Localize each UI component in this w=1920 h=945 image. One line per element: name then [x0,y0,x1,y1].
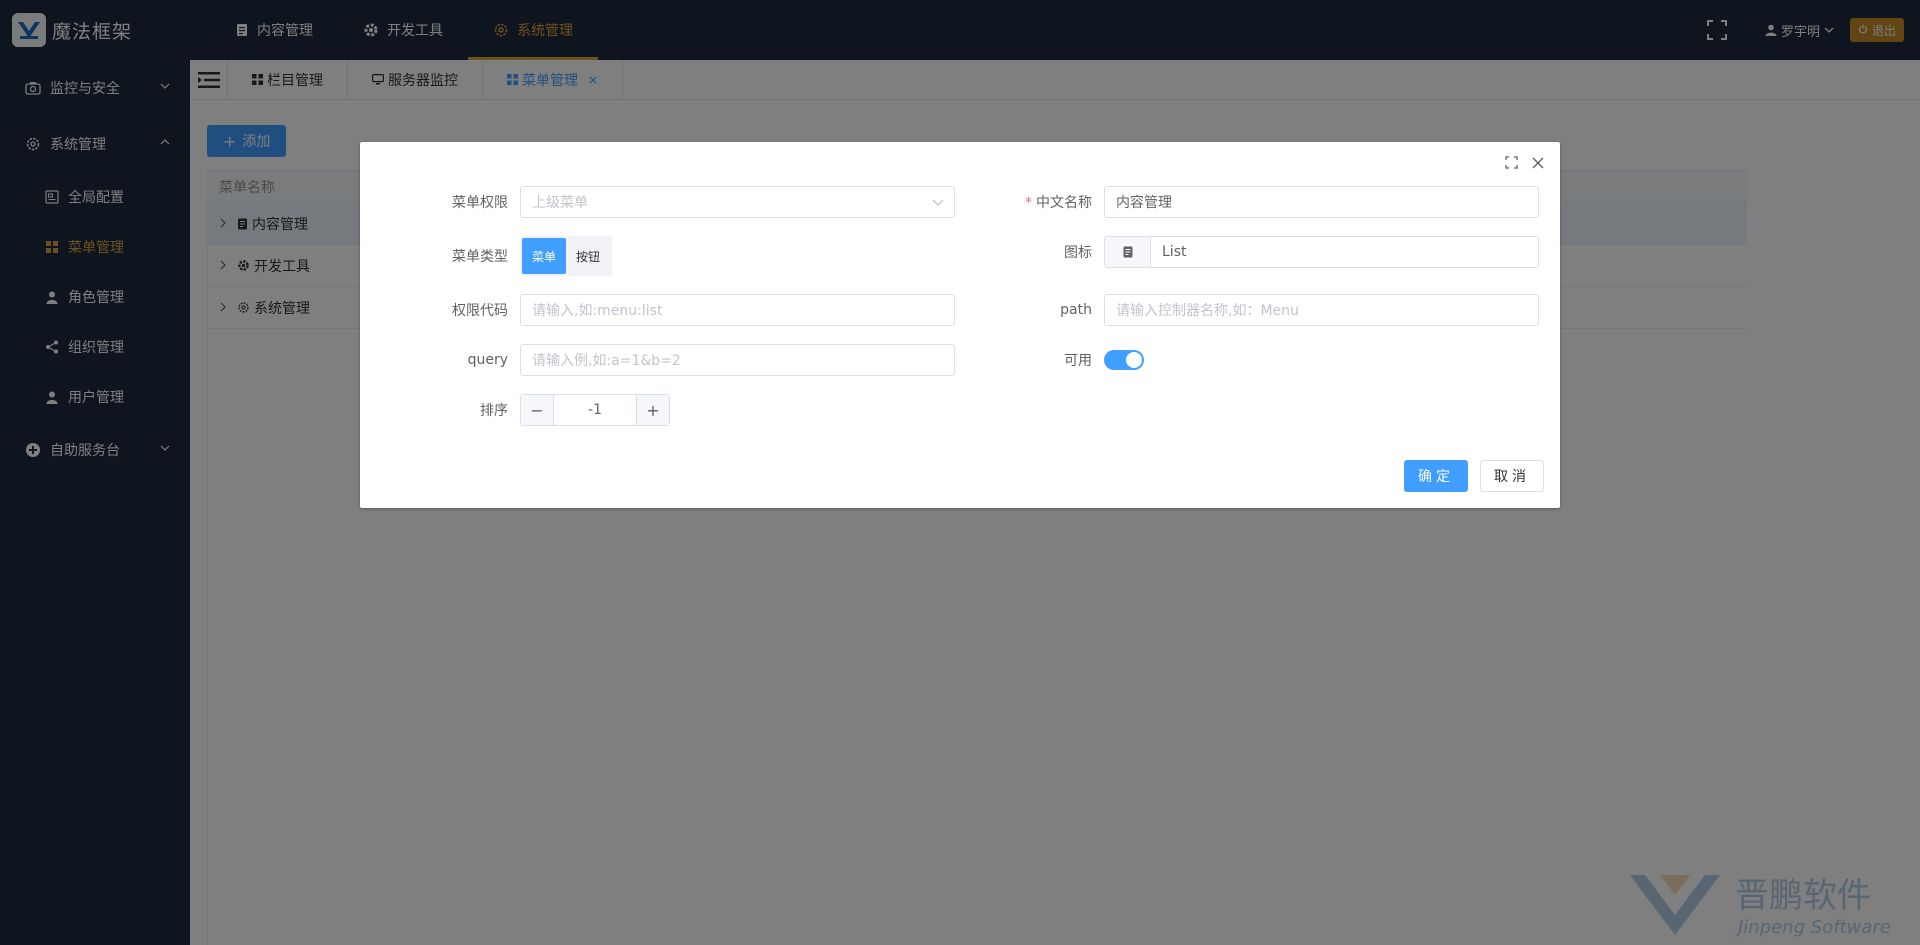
dialog-header-actions [1491,156,1544,169]
menu-edit-dialog: 菜单权限 上级菜单 * 中文名称 内容管理 菜单类型 菜单 按钮 图标 List … [360,142,1560,508]
perm-code-input[interactable]: 请输入,如:menu:list [520,294,955,326]
cn-name-label: 中文名称 [1036,195,1092,211]
close-icon[interactable] [1532,157,1544,169]
maximize-icon[interactable] [1505,156,1518,169]
required-mark: * [1025,195,1032,211]
menu-type-option-menu[interactable]: 菜单 [522,238,567,274]
icon-value: List [1162,244,1187,260]
field-label: 权限代码 [452,303,508,319]
confirm-button[interactable]: 确定 [1404,460,1468,492]
icon-input[interactable]: List [1104,236,1539,268]
perm-code-placeholder: 请输入,如:menu:list [532,303,663,319]
query-placeholder: 请输入例,如:a=1&b=2 [532,353,681,369]
form-row-sort: 排序 − -1 + [360,394,670,426]
query-input[interactable]: 请输入例,如:a=1&b=2 [520,344,955,376]
field-label: 可用 [1064,353,1092,369]
path-placeholder: 请输入控制器名称,如：Menu [1116,303,1299,319]
chevron-down-icon [932,199,944,206]
menu-type-option-button[interactable]: 按钮 [566,238,610,274]
cancel-button[interactable]: 取消 [1480,460,1544,492]
form-row-path: path 请输入控制器名称,如：Menu [944,294,1539,326]
decrement-button[interactable]: − [521,395,554,425]
menu-type-segmented: 菜单 按钮 [520,236,613,276]
path-input[interactable]: 请输入控制器名称,如：Menu [1104,294,1539,326]
cn-name-input[interactable]: 内容管理 [1104,186,1539,218]
field-label: 图标 [1064,245,1092,261]
sort-value[interactable]: -1 [554,402,636,418]
form-row-icon: 图标 List [944,236,1539,268]
enabled-switch[interactable] [1104,350,1144,370]
cn-name-value: 内容管理 [1116,195,1172,211]
form-row-menu-type: 菜单类型 菜单 按钮 [360,236,613,276]
field-label: * 中文名称 [944,192,1104,212]
parent-menu-placeholder: 上级菜单 [532,195,588,211]
form-row-parent-menu: 菜单权限 上级菜单 [360,186,955,218]
form-row-perm-code: 权限代码 请输入,如:menu:list [360,294,955,326]
sort-stepper: − -1 + [520,394,670,426]
document-icon [1123,246,1132,258]
form-row-enabled: 可用 [944,344,1144,376]
parent-menu-select[interactable]: 上级菜单 [520,186,955,218]
form-row-cn-name: * 中文名称 内容管理 [944,186,1539,218]
increment-button[interactable]: + [636,395,669,425]
field-label: path [1060,302,1092,318]
icon-picker-button[interactable] [1105,237,1151,267]
field-label: 菜单类型 [452,249,508,265]
field-label: query [467,352,508,368]
field-label: 排序 [480,403,508,419]
form-row-query: query 请输入例,如:a=1&b=2 [360,344,955,376]
field-label: 菜单权限 [452,195,508,211]
